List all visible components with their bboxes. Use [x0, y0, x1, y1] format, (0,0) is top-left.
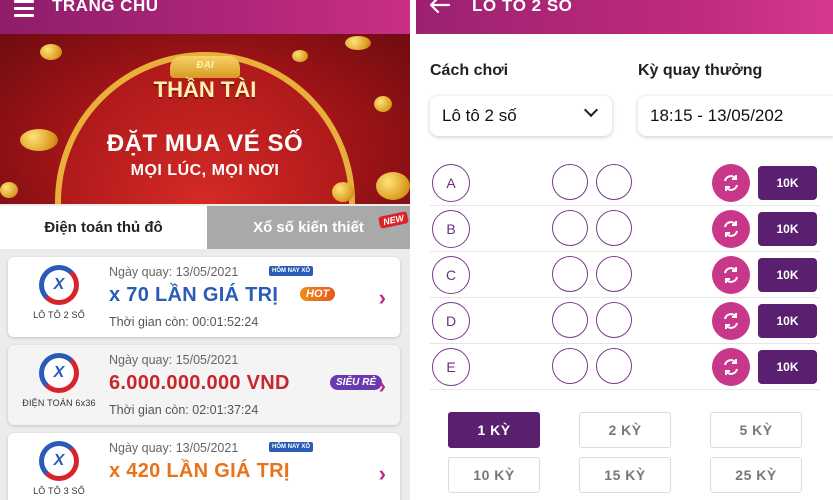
coin-icon	[374, 96, 392, 112]
draw-date: Ngày quay: 15/05/2021	[109, 353, 239, 367]
coin-icon	[345, 36, 371, 50]
time-remaining: Thời gian còn: 02:01:37:24	[109, 403, 259, 417]
period-2-button[interactable]: 2 KỲ	[579, 412, 671, 448]
number-slot-1[interactable]	[552, 302, 588, 338]
refresh-icon	[724, 313, 738, 329]
game-card-6x36[interactable]: X ĐIỆN TOÁN 6x36 Ngày quay: 15/05/2021 6…	[8, 345, 400, 425]
loto-app-bar: LÔ TÔ 2 SỐ	[416, 0, 833, 34]
banner-subline: MỌI LÚC, MỌI NƠI	[130, 162, 280, 179]
play-mode-label: Cách chơi	[430, 62, 509, 79]
chevron-down-icon	[583, 102, 599, 118]
super-cheap-badge: SIÊU RẺ	[330, 375, 383, 390]
home-screen: TRANG CHỦ ĐẠI THẦN TÀI ĐẶT MUA VÉ SỐ MỌI…	[0, 0, 410, 500]
vietlott-x-icon: X	[39, 353, 79, 393]
chevron-right-icon: ›	[378, 461, 386, 486]
price-button[interactable]: 10K	[758, 258, 817, 292]
number-slot-1[interactable]	[552, 210, 588, 246]
number-slot-1[interactable]	[552, 256, 588, 292]
period-25-button[interactable]: 25 KỲ	[710, 457, 802, 493]
play-mode-value: Lô tô 2 số	[442, 106, 517, 125]
refresh-icon	[724, 221, 738, 237]
number-row-a: A 10K	[430, 160, 820, 206]
promo-banner[interactable]: ĐẠI THẦN TÀI ĐẶT MUA VÉ SỐ MỌI LÚC, MỌI …	[0, 34, 410, 204]
hot-badge: HOT	[300, 287, 336, 301]
row-letter: A	[432, 164, 470, 202]
vietlott-x-icon: X	[39, 265, 79, 305]
number-row-d: D 10K	[430, 298, 820, 344]
row-letter: B	[432, 210, 470, 248]
prize-text: x 70 LẦN GIÁ TRỊ	[109, 284, 279, 306]
chevron-right-icon: ›	[378, 285, 386, 310]
coin-icon	[292, 50, 308, 62]
loto-2-screen: LÔ TÔ 2 SỐ Cách chơi Kỳ quay thưởng Lô t…	[416, 0, 833, 500]
refresh-button[interactable]	[712, 256, 750, 294]
draw-label: Kỳ quay thưởng	[638, 62, 763, 79]
refresh-icon	[724, 359, 738, 375]
dien-toan-logo: X ĐIỆN TOÁN 6x36	[14, 353, 104, 408]
price-button[interactable]: 10K	[758, 350, 817, 384]
period-5-button[interactable]: 5 KỲ	[710, 412, 802, 448]
number-slot-2[interactable]	[596, 256, 632, 292]
play-mode-select[interactable]: Lô tô 2 số	[430, 96, 612, 136]
tab-dien-toan[interactable]: Điện toán thủ đô	[0, 206, 207, 249]
time-remaining: Thời gian còn: 00:01:52:24	[109, 315, 259, 329]
price-button[interactable]: 10K	[758, 212, 817, 246]
coin-icon	[0, 182, 18, 198]
game-card-loto-3[interactable]: X LÔ TÔ 3 SỐ Ngày quay: 13/05/2021 HÔM N…	[8, 433, 400, 500]
number-slot-1[interactable]	[552, 164, 588, 200]
today-badge: HÔM NAY XỔ	[269, 266, 314, 276]
row-letter: D	[432, 302, 470, 340]
refresh-button[interactable]	[712, 348, 750, 386]
refresh-button[interactable]	[712, 164, 750, 202]
new-badge: NEW	[378, 211, 409, 229]
number-slot-1[interactable]	[552, 348, 588, 384]
row-letter: E	[432, 348, 470, 386]
tab-xo-so-kien-thiet[interactable]: Xổ số kiến thiết NEW	[207, 206, 410, 249]
refresh-button[interactable]	[712, 210, 750, 248]
refresh-icon	[724, 175, 738, 191]
vietlott-x-icon: X	[39, 441, 79, 481]
refresh-icon	[724, 267, 738, 283]
period-10-button[interactable]: 10 KỲ	[448, 457, 540, 493]
back-arrow-icon[interactable]	[429, 0, 451, 18]
number-slot-2[interactable]	[596, 302, 632, 338]
prize-text: x 420 LẦN GIÁ TRỊ	[109, 460, 290, 482]
draw-date: Ngày quay: 13/05/2021	[109, 441, 239, 455]
draw-value: 18:15 - 13/05/202	[650, 106, 784, 125]
banner-headline: ĐẶT MUA VÉ SỐ	[106, 130, 304, 157]
dai-than-tai-logo: ĐẠI THẦN TÀI	[152, 56, 258, 122]
refresh-button[interactable]	[712, 302, 750, 340]
number-slot-2[interactable]	[596, 210, 632, 246]
game-card-loto-2[interactable]: X LÔ TÔ 2 SỐ Ngày quay: 13/05/2021 HÔM N…	[8, 257, 400, 337]
menu-icon[interactable]	[14, 0, 34, 21]
lottery-tabs: Điện toán thủ đô Xổ số kiến thiết NEW	[0, 206, 410, 249]
period-15-button[interactable]: 15 KỲ	[579, 457, 671, 493]
row-letter: C	[432, 256, 470, 294]
loto-logo: X LÔ TÔ 2 SỐ	[14, 265, 104, 320]
number-slot-2[interactable]	[596, 164, 632, 200]
draw-select[interactable]: 18:15 - 13/05/202	[638, 96, 833, 136]
coin-icon	[332, 182, 354, 202]
today-badge: HÔM NAY XỔ	[269, 442, 314, 452]
number-row-b: B 10K	[430, 206, 820, 252]
number-row-c: C 10K	[430, 252, 820, 298]
price-button[interactable]: 10K	[758, 304, 817, 338]
coin-icon	[40, 44, 62, 60]
home-title: TRANG CHỦ	[52, 0, 159, 15]
tab-label: Xổ số kiến thiết	[253, 219, 364, 236]
number-slot-2[interactable]	[596, 348, 632, 384]
draw-date: Ngày quay: 13/05/2021	[109, 265, 239, 279]
home-app-bar: TRANG CHỦ	[0, 0, 410, 34]
loto-logo: X LÔ TÔ 3 SỐ	[14, 441, 104, 496]
number-row-e: E 10K	[430, 344, 820, 390]
prize-text: 6.000.000.000 VND	[109, 372, 290, 394]
price-button[interactable]: 10K	[758, 166, 817, 200]
loto-title: LÔ TÔ 2 SỐ	[472, 0, 573, 15]
chevron-right-icon: ›	[378, 373, 386, 398]
period-1-button[interactable]: 1 KỲ	[448, 412, 540, 448]
